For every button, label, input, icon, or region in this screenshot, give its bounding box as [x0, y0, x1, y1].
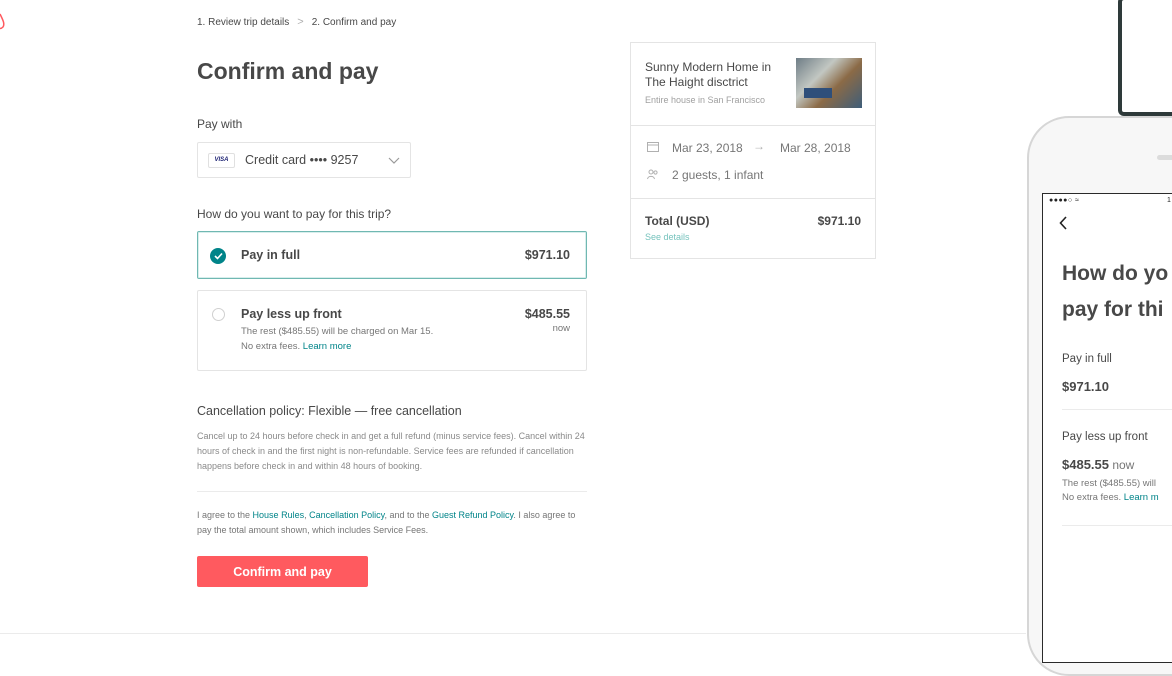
cancellation-policy-title: Cancellation policy: Flexible — free can…: [197, 404, 462, 418]
breadcrumb-step-confirm: 2. Confirm and pay: [311, 16, 397, 28]
option-description-line: The rest ($485.55) will be charged on Ma…: [241, 326, 434, 337]
option-description: The rest ($485.55) will be charged on Ma…: [241, 324, 433, 354]
visa-card-icon: VISA: [208, 152, 235, 168]
check-icon: [210, 248, 226, 264]
breadcrumb-separator-icon: >: [297, 16, 304, 28]
option-title: Pay in full: [241, 248, 301, 262]
mobile-pay-less-price: $485.55 now: [1062, 457, 1134, 472]
option-description-line: No extra fees. Learn more: [241, 339, 433, 354]
footer-divider: [0, 633, 1026, 634]
learn-more-link[interactable]: Learn more: [303, 341, 352, 352]
payment-method-select[interactable]: VISA Credit card •••• 9257: [197, 142, 411, 178]
house-rules-link[interactable]: House Rules: [253, 510, 305, 520]
radio-button[interactable]: [212, 308, 225, 321]
listing-photo[interactable]: [796, 58, 862, 108]
calendar-icon: [647, 141, 659, 152]
breadcrumb-step-review[interactable]: 1. Review trip details: [197, 17, 289, 28]
airbnb-logo-icon[interactable]: [0, 12, 6, 30]
guest-refund-policy-link[interactable]: Guest Refund Policy: [432, 510, 513, 520]
mobile-pay-less-option[interactable]: Pay less up front: [1062, 431, 1148, 443]
agreement-separator: , and to the: [384, 510, 433, 520]
option-title: Pay less up front: [241, 307, 342, 321]
mobile-option-description: The rest ($485.55) will No extra fees. L…: [1062, 477, 1172, 505]
tablet-device-edge: [1118, 0, 1172, 116]
option-price-suffix: now: [552, 323, 570, 334]
check-out-date: Mar 28, 2018: [780, 141, 851, 155]
phone-speaker: [1157, 155, 1172, 160]
payment-plan-question: How do you want to pay for this trip?: [197, 207, 392, 221]
no-extra-fees-text: No extra fees.: [241, 341, 303, 352]
mobile-pay-in-full-option[interactable]: Pay in full: [1062, 353, 1112, 365]
signal-wifi-icon: ●●●●○ ≈: [1049, 197, 1080, 204]
arrow-right-icon: →: [753, 139, 765, 153]
mobile-heading-line: pay for thi: [1062, 298, 1164, 321]
mobile-pay-in-full-price: $971.10: [1062, 379, 1109, 394]
divider: [1062, 409, 1172, 410]
pay-with-label: Pay with: [197, 117, 243, 131]
guests-icon: [647, 169, 659, 180]
page-title: Confirm and pay: [197, 58, 379, 84]
option-price: $971.10: [524, 248, 570, 262]
dates-guests-section: Mar 23, 2018 → Mar 28, 2018 2 guests, 1 …: [631, 125, 875, 199]
check-in-date: Mar 23, 2018: [672, 141, 743, 155]
mobile-price-value: $485.55: [1062, 457, 1109, 472]
listing-section: Sunny Modern Home in The Haight disctric…: [631, 43, 875, 126]
listing-subtitle: Entire house in San Francisco: [645, 95, 766, 105]
back-arrow-icon[interactable]: [1059, 216, 1068, 235]
confirm-and-pay-button[interactable]: Confirm and pay: [197, 556, 368, 587]
divider: [1062, 525, 1172, 526]
mobile-learn-more-link[interactable]: Learn m: [1124, 492, 1159, 503]
agreement-prefix: I agree to the: [197, 510, 253, 520]
mobile-price-suffix: now: [1109, 458, 1135, 472]
see-details-link[interactable]: See details: [645, 232, 690, 242]
guest-count: 2 guests, 1 infant: [672, 168, 764, 182]
trip-summary-card: Sunny Modern Home in The Haight disctric…: [630, 42, 876, 259]
divider: [197, 491, 587, 492]
listing-title[interactable]: Sunny Modern Home in The Haight disctric…: [645, 60, 785, 90]
cancellation-policy-link[interactable]: Cancellation Policy: [309, 510, 384, 520]
mobile-no-fees-text: No extra fees.: [1062, 492, 1124, 503]
breadcrumb: 1. Review trip details > 2. Confirm and …: [197, 16, 396, 28]
chevron-down-icon: [388, 153, 400, 168]
agreement-text: I agree to the House Rules, Cancellation…: [197, 508, 589, 538]
total-label: Total (USD): [645, 214, 710, 228]
pay-less-up-front-option[interactable]: Pay less up front $485.55 now The rest (…: [197, 290, 587, 371]
option-price: $485.55: [524, 307, 570, 321]
total-value: $971.10: [817, 214, 861, 228]
pay-in-full-option[interactable]: Pay in full $971.10: [197, 231, 587, 279]
mobile-heading-line: How do yo: [1062, 262, 1169, 285]
status-time: 1: [1167, 197, 1171, 204]
phone-screen: ●●●●○ ≈ 1 How do yo pay for thi Pay in f…: [1042, 193, 1172, 663]
mobile-description-line: No extra fees. Learn m: [1062, 491, 1172, 505]
cancellation-policy-text: Cancel up to 24 hours before check in an…: [197, 431, 585, 471]
mobile-heading: How do yo pay for thi: [1062, 256, 1172, 328]
mobile-description-line: The rest ($485.55) will: [1062, 478, 1156, 489]
payment-method-value: Credit card •••• 9257: [245, 153, 359, 167]
